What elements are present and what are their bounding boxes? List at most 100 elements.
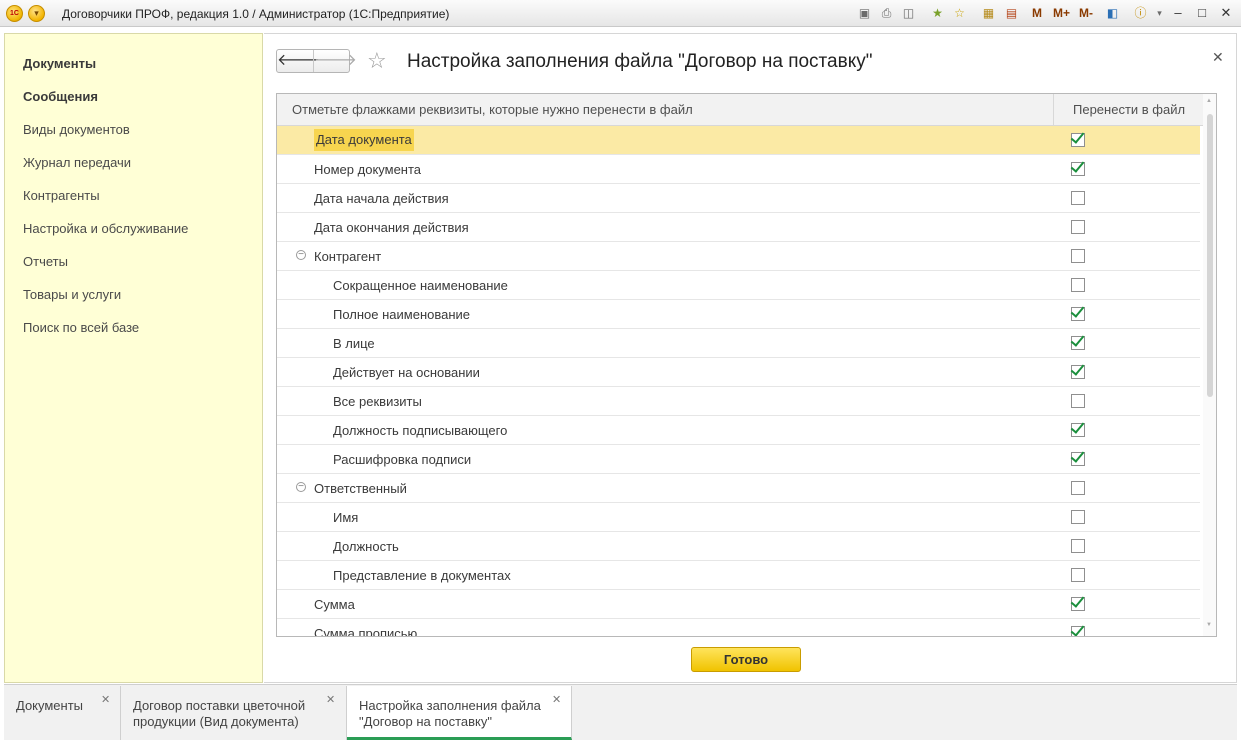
transfer-checkbox[interactable]	[1071, 220, 1085, 234]
favorite-star-icon[interactable]: ☆	[367, 49, 387, 73]
table-row[interactable]: В лице	[277, 329, 1200, 358]
memory-m-plus-button[interactable]: M+	[1053, 6, 1070, 20]
transfer-checkbox[interactable]	[1070, 622, 1085, 636]
transfer-checkbox[interactable]	[1071, 510, 1085, 524]
sidebar-item-counterparties[interactable]: Контрагенты	[23, 188, 100, 203]
checkmark-icon	[1070, 448, 1085, 463]
table-row[interactable]: Полное наименование	[277, 300, 1200, 329]
row-label: Сумма	[314, 597, 355, 612]
row-label: Ответственный	[314, 481, 407, 496]
checkmark-icon	[1070, 361, 1085, 376]
forward-arrow-icon[interactable]: 🡒	[313, 50, 357, 72]
table-row[interactable]: Дата окончания действия	[277, 213, 1200, 242]
minimize-icon[interactable]: –	[1168, 4, 1188, 22]
info-dropdown-icon[interactable]: ▾	[1151, 5, 1168, 22]
memory-m-minus-button[interactable]: M-	[1079, 6, 1093, 20]
close-icon[interactable]: ✕	[1216, 4, 1236, 22]
table-row[interactable]: Действует на основании	[277, 358, 1200, 387]
transfer-checkbox[interactable]	[1070, 332, 1085, 350]
column-divider[interactable]	[1053, 94, 1054, 126]
collapse-group-icon[interactable]: −	[296, 250, 306, 260]
row-label: Действует на основании	[333, 365, 480, 380]
column-header-transfer: Перенести в файл	[1073, 102, 1186, 117]
sidebar-item-search[interactable]: Поиск по всей базе	[23, 320, 139, 335]
done-button[interactable]: Готово	[691, 647, 801, 672]
transfer-checkbox[interactable]	[1070, 593, 1085, 611]
print-icon[interactable]: ⎙	[878, 5, 895, 22]
row-label: Все реквизиты	[333, 394, 422, 409]
tab-contract-type[interactable]: Договор поставки цветочной продукции (Ви…	[121, 686, 347, 740]
table-row[interactable]: Расшифровка подписи	[277, 445, 1200, 474]
main-menu-button[interactable]: ▾	[28, 5, 45, 22]
sidebar-item-reports[interactable]: Отчеты	[23, 254, 68, 269]
info-icon[interactable]: ⓘ	[1132, 5, 1149, 22]
sidebar-item-goods[interactable]: Товары и услуги	[23, 287, 121, 302]
checkmark-icon	[1070, 332, 1085, 347]
scroll-up-icon[interactable]: ▲	[1206, 98, 1212, 104]
back-arrow-icon[interactable]: 🡐	[277, 50, 320, 72]
row-label: Представление в документах	[333, 568, 511, 583]
table-row[interactable]: Номер документа	[277, 155, 1200, 184]
save-icon[interactable]: ▣	[856, 5, 873, 22]
checkmark-icon	[1070, 303, 1085, 318]
maximize-icon[interactable]: □	[1192, 4, 1212, 22]
tab-label: Настройка заполнения файла "Договор на п…	[359, 698, 541, 729]
transfer-checkbox[interactable]	[1071, 481, 1085, 495]
sidebar-item-messages[interactable]: Сообщения	[23, 89, 98, 104]
sidebar-item-settings[interactable]: Настройка и обслуживание	[23, 221, 188, 236]
panel-icon[interactable]: ◧	[1104, 5, 1121, 22]
title-bar: 1С ▾ Договорчики ПРОФ, редакция 1.0 / Ад…	[0, 0, 1241, 27]
table-row[interactable]: Сокращенное наименование	[277, 271, 1200, 300]
tab-close-icon[interactable]: ✕	[552, 693, 561, 706]
table-row[interactable]: Должность	[277, 532, 1200, 561]
table-row[interactable]: Сумма	[277, 590, 1200, 619]
transfer-checkbox[interactable]	[1070, 419, 1085, 437]
calendar-icon[interactable]: ▤	[1003, 5, 1020, 22]
transfer-checkbox[interactable]	[1070, 448, 1085, 466]
transfer-checkbox[interactable]	[1071, 278, 1085, 292]
table-header: Отметьте флажками реквизиты, которые нуж…	[277, 94, 1205, 126]
checkmark-icon	[1070, 593, 1085, 608]
transfer-checkbox[interactable]	[1070, 129, 1085, 147]
bookmark-icon[interactable]: ☆	[951, 5, 968, 22]
transfer-checkbox[interactable]	[1071, 568, 1085, 582]
transfer-checkbox[interactable]	[1070, 303, 1085, 321]
sidebar-item-document-types[interactable]: Виды документов	[23, 122, 130, 137]
scrollbar-thumb[interactable]	[1207, 114, 1213, 397]
tab-fill-settings[interactable]: Настройка заполнения файла "Договор на п…	[347, 686, 572, 740]
table-row[interactable]: − Контрагент	[277, 242, 1200, 271]
tab-documents[interactable]: Документы ✕	[4, 686, 121, 740]
checkmark-icon	[1070, 158, 1085, 173]
table-row[interactable]: Имя	[277, 503, 1200, 532]
row-label: Имя	[333, 510, 359, 525]
transfer-checkbox[interactable]	[1071, 249, 1085, 263]
collapse-group-icon[interactable]: −	[296, 482, 306, 492]
scroll-down-icon[interactable]: ▼	[1206, 622, 1212, 628]
vertical-scrollbar[interactable]: ▲ ▼	[1203, 94, 1216, 636]
sidebar-item-documents[interactable]: Документы	[23, 56, 96, 71]
table-row[interactable]: Должность подписывающего	[277, 416, 1200, 445]
transfer-checkbox[interactable]	[1070, 361, 1085, 379]
memory-m-button[interactable]: M	[1032, 6, 1042, 20]
preview-icon[interactable]: ◫	[900, 5, 917, 22]
transfer-checkbox[interactable]	[1070, 158, 1085, 176]
tab-close-icon[interactable]: ✕	[101, 693, 110, 706]
table-row[interactable]: Все реквизиты	[277, 387, 1200, 416]
app-logo-icon: 1С	[6, 5, 23, 22]
row-label: Сокращенное наименование	[333, 278, 508, 293]
transfer-checkbox[interactable]	[1071, 191, 1085, 205]
table-row[interactable]: Сумма прописью	[277, 619, 1200, 636]
table-row[interactable]: Дата документа	[277, 126, 1200, 155]
close-form-icon[interactable]: ✕	[1212, 49, 1224, 66]
table-row[interactable]: − Ответственный	[277, 474, 1200, 503]
checkmark-icon	[1070, 622, 1085, 636]
favorite-icon[interactable]: ★	[929, 5, 946, 22]
table-row[interactable]: Дата начала действия	[277, 184, 1200, 213]
history-nav: 🡐 🡒	[276, 49, 357, 73]
transfer-checkbox[interactable]	[1071, 539, 1085, 553]
table-row[interactable]: Представление в документах	[277, 561, 1200, 590]
tab-close-icon[interactable]: ✕	[326, 693, 335, 706]
transfer-checkbox[interactable]	[1071, 394, 1085, 408]
sidebar-item-transfer-log[interactable]: Журнал передачи	[23, 155, 131, 170]
calculator-icon[interactable]: ▦	[980, 5, 997, 22]
